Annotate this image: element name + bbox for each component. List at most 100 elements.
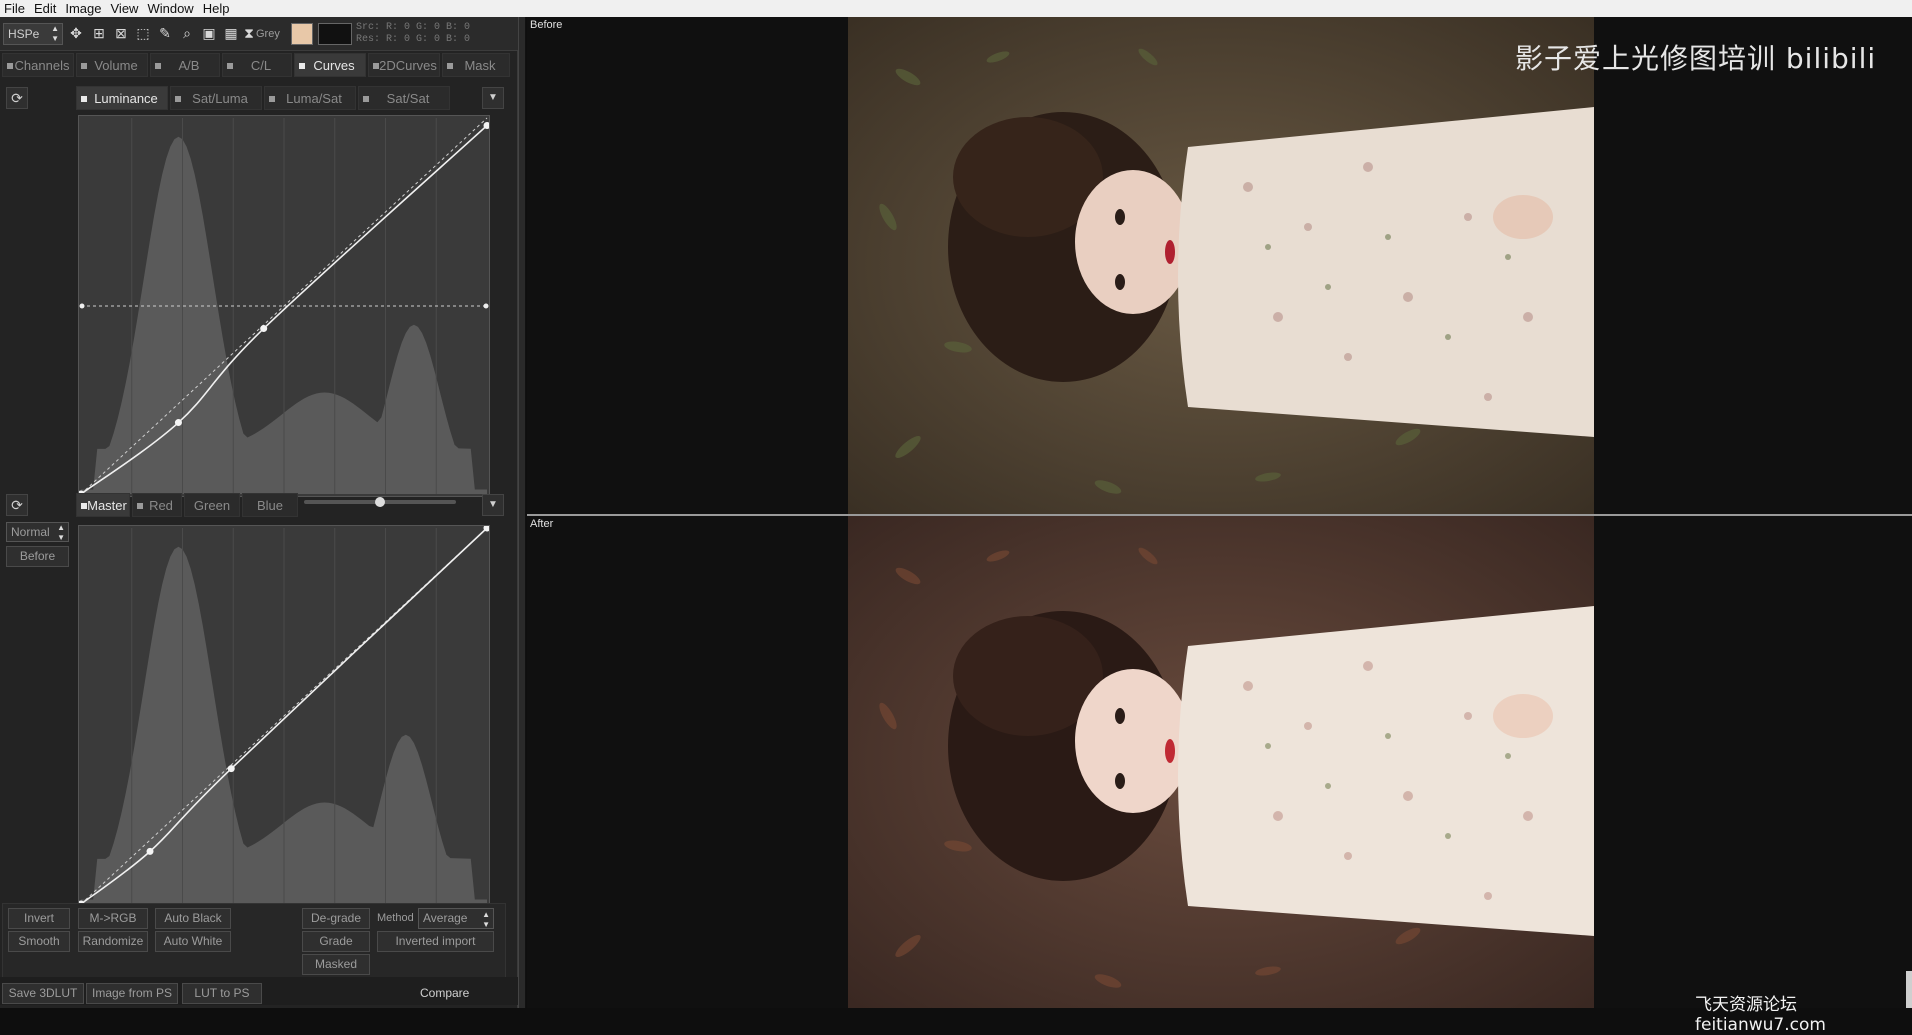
tab-indicator: [299, 63, 305, 69]
tab-cl[interactable]: C/L: [222, 53, 292, 77]
randomize-button[interactable]: Randomize: [78, 931, 148, 952]
m-rgb-button[interactable]: M->RGB: [78, 908, 148, 929]
tab-label: A/B: [178, 58, 200, 73]
shrink-icon[interactable]: ⊠: [112, 23, 130, 43]
hourglass-icon: ⧗: [244, 25, 254, 41]
tab-label: Luminance: [94, 91, 158, 106]
before-button[interactable]: Before: [6, 546, 69, 567]
reset-curve-icon[interactable]: ⟳: [6, 87, 28, 109]
menu-help[interactable]: Help: [201, 0, 237, 17]
after-photo: [848, 516, 1594, 1008]
tab-indicator: [227, 63, 233, 69]
zoom-icon[interactable]: ⌕: [178, 23, 196, 43]
tab-label: Channels: [14, 58, 70, 73]
channel-tabs: Master Red Green Blue: [76, 493, 300, 519]
tab-mask[interactable]: Mask: [442, 53, 510, 77]
tab-label: Curves: [313, 58, 355, 73]
tab-indicator: [81, 96, 87, 102]
tab-blue[interactable]: Blue: [242, 493, 298, 517]
luminance-curve-svg[interactable]: [79, 116, 489, 496]
tab-label: Luma/Sat: [286, 91, 342, 106]
tab-indicator: [81, 503, 87, 509]
before-pane[interactable]: Before 影子爱上光修图培训 bilibili: [527, 17, 1912, 514]
after-label: After: [530, 518, 554, 530]
tab-curves[interactable]: Curves: [294, 53, 366, 77]
left-panel: HSPe ▲ ▼ ✥ ⊞ ⊠ ⬚ ✎ ⌕ ▣ ▦ ⧗ Grey Src: R: 0…: [0, 17, 518, 1008]
tab-indicator: [137, 503, 143, 509]
tab-label: Sat/Luma: [192, 91, 248, 106]
blend-mode-value: Normal: [11, 525, 50, 539]
channel-dropdown-icon[interactable]: ▼: [482, 494, 504, 516]
menu-view[interactable]: View: [109, 0, 146, 17]
tab-label: Green: [193, 498, 231, 513]
panel-splitter[interactable]: [518, 17, 526, 1008]
toolbar: HSPe ▲ ▼ ✥ ⊞ ⊠ ⬚ ✎ ⌕ ▣ ▦ ⧗ Grey Src: R: 0…: [0, 17, 518, 51]
masked-button[interactable]: Masked: [302, 954, 370, 975]
curve-point: [174, 419, 182, 427]
readout-res: Res: R: 0 G: 0 B: 0: [356, 34, 471, 45]
result-color-swatch[interactable]: [318, 23, 352, 45]
compare-button[interactable]: Compare: [420, 986, 469, 1000]
method-select[interactable]: Average ▲ ▼: [418, 908, 494, 929]
tab-label: 2DCurves: [379, 58, 437, 73]
tab-volume[interactable]: Volume: [76, 53, 148, 77]
inverted-import-button[interactable]: Inverted import: [377, 931, 494, 952]
color-mode-value: HSPe: [8, 27, 40, 41]
after-pane[interactable]: After 飞天资源论坛 feitianwu7.com: [527, 516, 1912, 1035]
marquee-icon[interactable]: ⬚: [134, 23, 152, 43]
tab-label: C/L: [250, 58, 272, 73]
save-3dlut-button[interactable]: Save 3DLUT: [2, 983, 84, 1004]
grade-button[interactable]: Grade: [302, 931, 370, 952]
smooth-button[interactable]: Smooth: [8, 931, 70, 952]
tab-sat-luma[interactable]: Sat/Luma: [170, 86, 262, 110]
eyedropper-icon[interactable]: ✎: [156, 23, 174, 43]
menu-file[interactable]: File: [2, 0, 32, 17]
blend-mode-select[interactable]: Normal ▲ ▼: [6, 522, 69, 542]
menu-image[interactable]: Image: [63, 0, 108, 17]
reset-channel-icon[interactable]: ⟳: [6, 494, 28, 516]
midline-point: [79, 303, 85, 309]
degrade-button[interactable]: De-grade: [302, 908, 370, 929]
watermark: 影子爱上光修图培训 bilibili: [1515, 42, 1877, 75]
pixel-readout: Src: R: 0 G: 0 B: 0 Res: R: 0 G: 0 B: 0: [356, 22, 470, 46]
move-icon[interactable]: ✥: [67, 23, 85, 43]
tab-channels[interactable]: Channels: [2, 53, 74, 77]
after-portrait-image: [848, 516, 1594, 1008]
image-from-ps-button[interactable]: Image from PS: [86, 983, 178, 1004]
method-label: Method: [377, 912, 414, 924]
auto-white-button[interactable]: Auto White: [155, 931, 231, 952]
fit-view-icon[interactable]: ⊞: [90, 23, 108, 43]
grey-label[interactable]: Grey: [256, 28, 280, 40]
tab-indicator: [373, 63, 379, 69]
luminance-curve-graph[interactable]: [78, 115, 490, 497]
tab-label: Volume: [94, 58, 138, 73]
spin-arrows-icon: ▲ ▼: [51, 24, 59, 43]
source-color-swatch[interactable]: [291, 23, 313, 45]
auto-black-button[interactable]: Auto Black: [155, 908, 231, 929]
tab-master[interactable]: Master: [76, 493, 130, 517]
dropdown-arrow-icon[interactable]: ▼: [482, 87, 504, 109]
curve-point: [260, 325, 268, 333]
menu-edit[interactable]: Edit: [32, 0, 63, 17]
menu-window[interactable]: Window: [145, 0, 200, 17]
tab-green[interactable]: Green: [184, 493, 240, 517]
tab-ab[interactable]: A/B: [150, 53, 220, 77]
lut-to-ps-button[interactable]: LUT to PS: [182, 983, 262, 1004]
curve-slider-thumb[interactable]: [375, 497, 385, 507]
viewer-scrollbar[interactable]: [1906, 971, 1912, 1008]
tab-sat-sat[interactable]: Sat/Sat: [358, 86, 450, 110]
invert-button[interactable]: Invert: [8, 908, 70, 929]
tab-label: Sat/Sat: [386, 91, 430, 106]
color-mode-select[interactable]: HSPe ▲ ▼: [3, 23, 63, 45]
tab-luminance[interactable]: Luminance: [76, 86, 168, 110]
tab-indicator: [175, 96, 181, 102]
midline-point: [483, 303, 489, 309]
master-curve-svg[interactable]: [79, 526, 489, 906]
tab-luma-sat[interactable]: Luma/Sat: [264, 86, 356, 110]
readout-src: Src: R: 0 G: 0 B: 0: [356, 22, 471, 33]
frame-icon[interactable]: ▣: [200, 23, 218, 43]
tab-2dcurves[interactable]: 2DCurves: [368, 53, 440, 77]
master-curve-graph[interactable]: [78, 525, 490, 907]
grid-icon[interactable]: ▦: [222, 23, 240, 43]
tab-red[interactable]: Red: [132, 493, 182, 517]
